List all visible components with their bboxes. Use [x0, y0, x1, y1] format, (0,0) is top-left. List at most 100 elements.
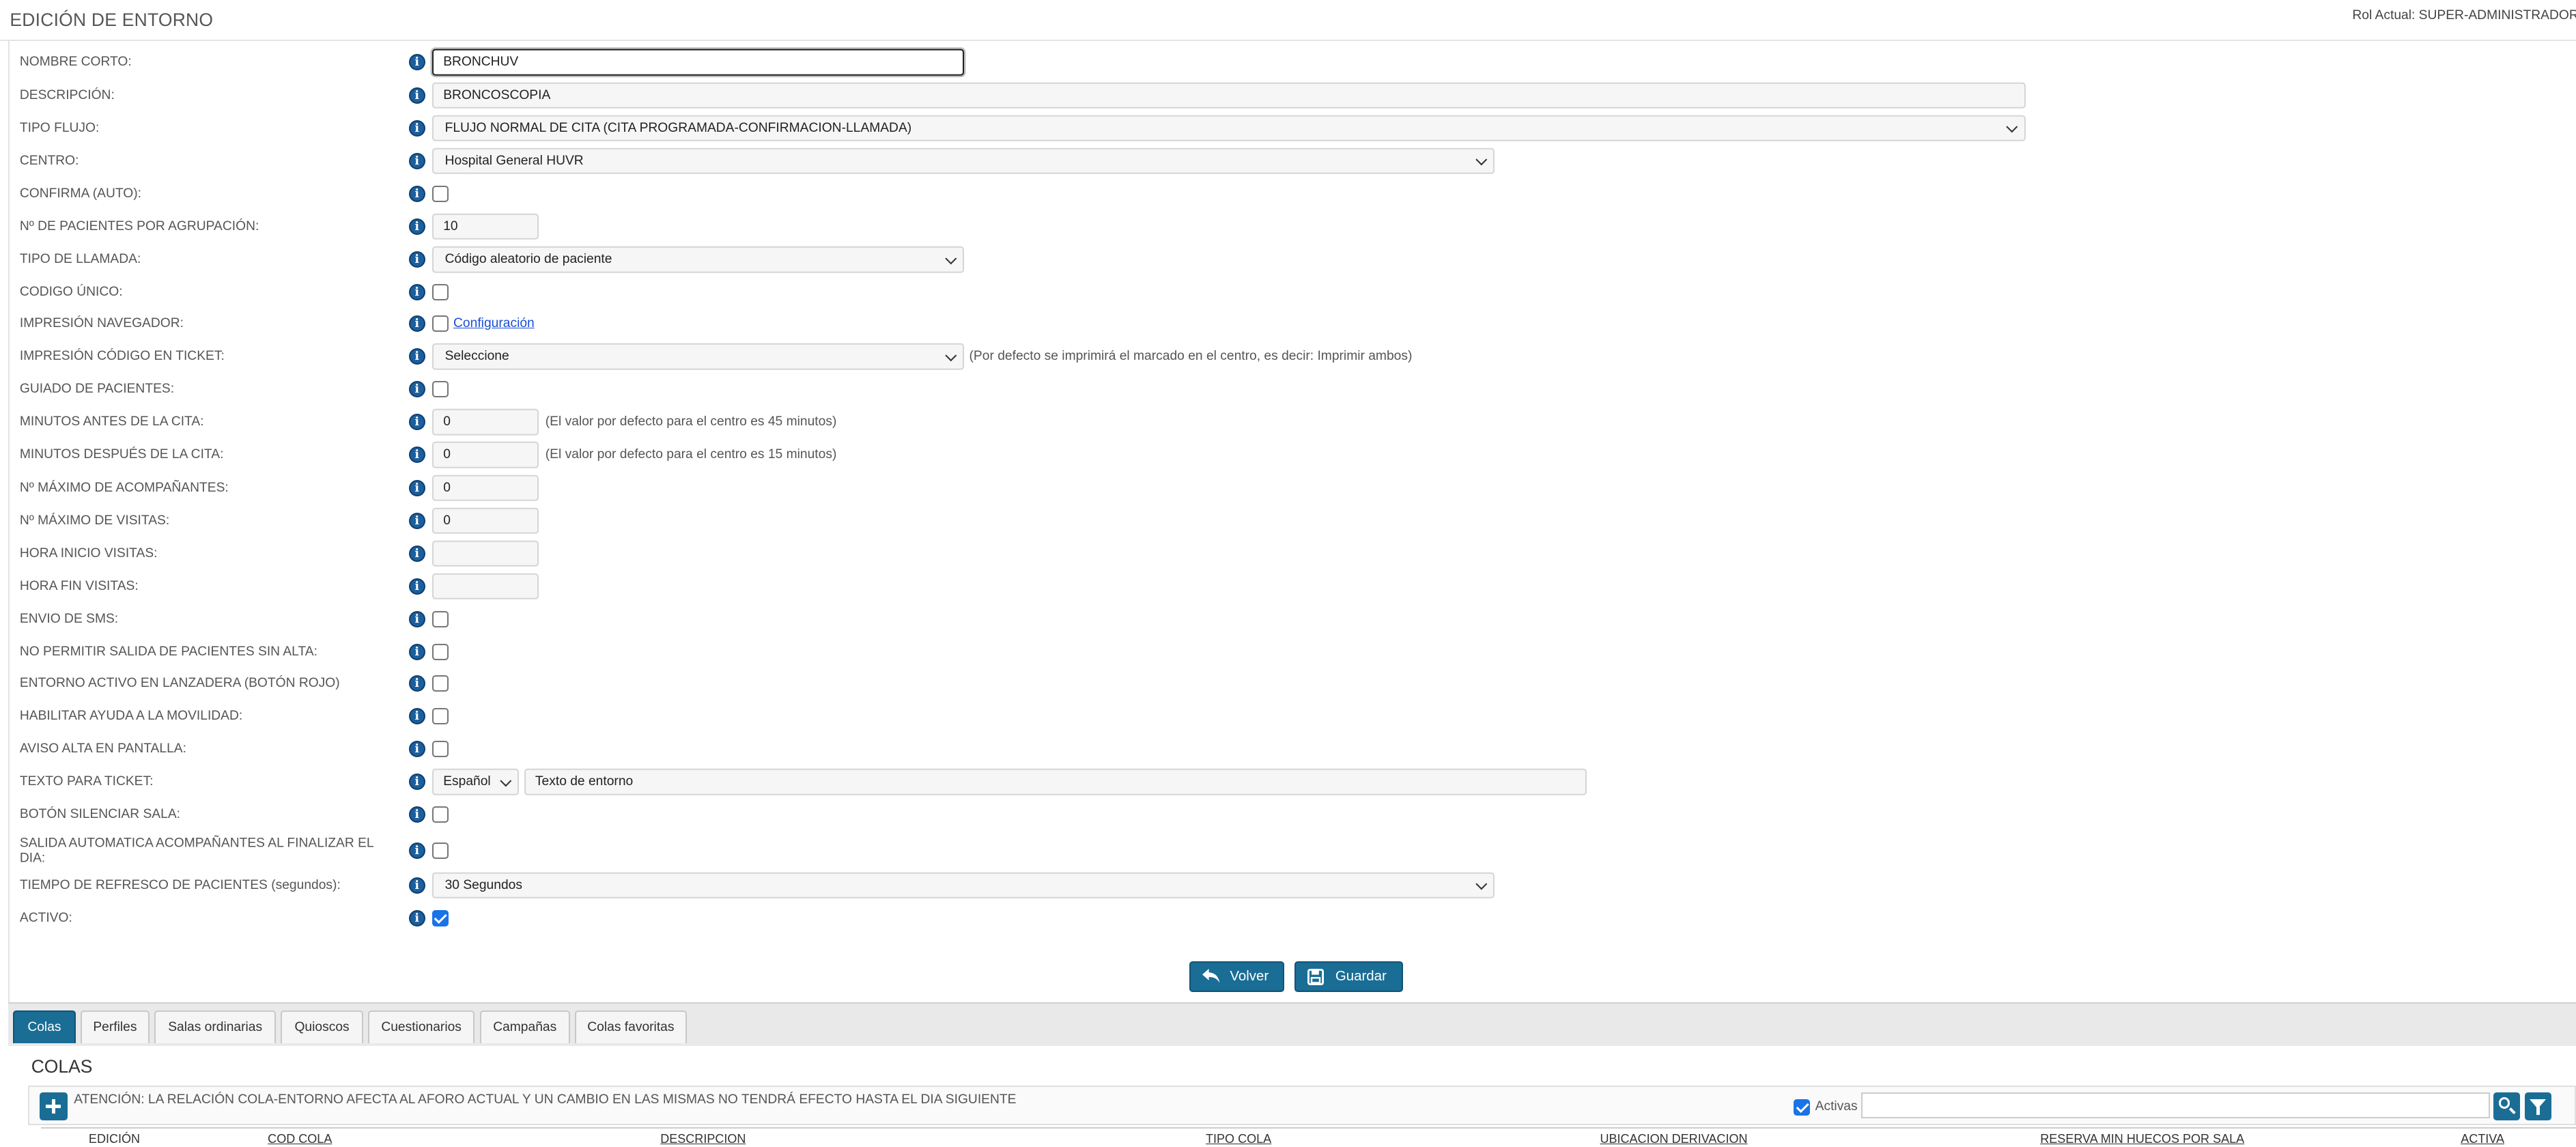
save-button[interactable]: Guardar: [1294, 961, 1403, 993]
row-hora-inicio-visitas: HORA INICIO VISITAS:: [0, 537, 2576, 570]
field-label: CENTRO:: [19, 153, 79, 168]
search-icon: [2498, 1097, 2510, 1109]
row-impresion-codigo-ticket: IMPRESIÓN CÓDIGO EN TICKET: Seleccione (…: [0, 340, 2576, 373]
info-icon[interactable]: [409, 185, 426, 202]
tiempo-refresco-select[interactable]: 30 Segundos: [431, 872, 1495, 899]
info-icon[interactable]: [409, 414, 426, 431]
nombre-corto-input[interactable]: BRONCHUV: [431, 49, 965, 76]
column-header-activa[interactable]: ACTIVA: [2461, 1132, 2504, 1146]
pacientes-agrupacion-input[interactable]: 10: [431, 213, 539, 240]
entorno-lanzadera-checkbox[interactable]: [431, 675, 449, 692]
activo-checkbox[interactable]: [431, 909, 449, 926]
back-button[interactable]: Volver: [1189, 961, 1285, 993]
impresion-codigo-ticket-note: (Por defecto se imprimirá el marcado en …: [969, 349, 1413, 364]
info-icon[interactable]: [409, 644, 426, 661]
info-icon[interactable]: [409, 675, 426, 692]
minutos-despues-input[interactable]: 0: [431, 442, 539, 468]
info-icon[interactable]: [409, 119, 426, 137]
info-icon[interactable]: [409, 774, 426, 791]
tab-quioscos[interactable]: Quioscos: [281, 1010, 363, 1043]
max-visitas-input[interactable]: 0: [431, 507, 539, 534]
filter-icon: [2530, 1099, 2547, 1115]
field-label: BOTÓN SILENCIAR SALA:: [19, 807, 181, 822]
filter-button[interactable]: [2525, 1092, 2551, 1120]
impresion-navegador-checkbox[interactable]: [431, 315, 449, 332]
no-salida-sin-alta-checkbox[interactable]: [431, 644, 449, 661]
activas-checkbox[interactable]: [1794, 1099, 1811, 1116]
info-icon[interactable]: [409, 545, 426, 562]
max-acompanantes-input[interactable]: 0: [431, 475, 539, 501]
info-icon[interactable]: [409, 611, 426, 628]
info-icon[interactable]: [409, 806, 426, 823]
column-header-descripcion[interactable]: DESCRIPCION: [660, 1132, 746, 1146]
field-label: HABILITAR AYUDA A LA MOVILIDAD:: [19, 709, 243, 724]
info-icon[interactable]: [409, 381, 426, 398]
info-icon[interactable]: [409, 909, 426, 926]
column-header-ubicacion-derivacion[interactable]: UBICACION DERIVACION: [1600, 1132, 1747, 1146]
row-entorno-lanzadera: ENTORNO ACTIVO EN LANZADERA (BOTÓN ROJO): [0, 667, 2576, 700]
centro-select[interactable]: Hospital General HUVR: [431, 147, 1495, 175]
envio-sms-checkbox[interactable]: [431, 611, 449, 628]
codigo-unico-checkbox[interactable]: [431, 284, 449, 301]
row-tipo-flujo: TIPO FLUJO: FLUJO NORMAL DE CITA (CITA P…: [0, 112, 2576, 145]
field-label: Nº MÁXIMO DE ACOMPAÑANTES:: [19, 480, 229, 495]
ayuda-movilidad-checkbox[interactable]: [431, 707, 449, 725]
idioma-select[interactable]: Español: [431, 768, 520, 795]
silenciar-sala-checkbox[interactable]: [431, 806, 449, 823]
info-icon[interactable]: [409, 87, 426, 104]
search-button[interactable]: [2493, 1092, 2520, 1120]
row-envio-sms: ENVIO DE SMS:: [0, 603, 2576, 636]
field-label: CONFIRMA (AUTO):: [19, 186, 141, 201]
tab-campanas[interactable]: Campañas: [479, 1010, 570, 1043]
descripcion-input[interactable]: BRONCOSCOPIA: [431, 82, 2026, 109]
add-cola-button[interactable]: [39, 1092, 68, 1120]
hora-inicio-visitas-input[interactable]: [431, 540, 539, 567]
info-icon[interactable]: [409, 152, 426, 169]
info-icon[interactable]: [409, 707, 426, 725]
impresion-codigo-ticket-select[interactable]: Seleccione: [431, 343, 965, 370]
tab-perfiles[interactable]: Perfiles: [80, 1010, 150, 1043]
field-label: IMPRESIÓN NAVEGADOR:: [19, 316, 184, 331]
info-icon[interactable]: [409, 877, 426, 894]
hora-fin-visitas-input[interactable]: [431, 573, 539, 600]
tab-cuestionarios[interactable]: Cuestionarios: [367, 1010, 475, 1043]
info-icon[interactable]: [409, 578, 426, 595]
aviso-alta-checkbox[interactable]: [431, 741, 449, 758]
confirma-auto-checkbox[interactable]: [431, 185, 449, 202]
top-bar: EDICIÓN DE ENTORNO Rol Actual: SUPER-ADM…: [0, 0, 2576, 41]
info-icon[interactable]: [409, 741, 426, 758]
tab-salas-ordinarias[interactable]: Salas ordinarias: [154, 1010, 277, 1043]
info-icon[interactable]: [409, 842, 426, 860]
column-header-reserva-min-huecos[interactable]: RESERVA MIN HUECOS POR SALA: [2040, 1132, 2244, 1146]
info-icon[interactable]: [409, 218, 426, 236]
configuracion-link[interactable]: Configuración: [453, 316, 535, 331]
info-icon[interactable]: [409, 348, 426, 365]
texto-ticket-input[interactable]: Texto de entorno: [524, 768, 1587, 795]
row-max-acompanantes: Nº MÁXIMO DE ACOMPAÑANTES: 0: [0, 472, 2576, 505]
guiado-pacientes-checkbox[interactable]: [431, 381, 449, 398]
column-header-edicion: EDICIÓN: [88, 1131, 141, 1146]
tab-colas[interactable]: Colas: [13, 1010, 76, 1043]
column-header-cod-cola[interactable]: COD COLA: [268, 1132, 332, 1146]
column-header-tipo-cola[interactable]: TIPO COLA: [1206, 1132, 1271, 1146]
salida-automatica-checkbox[interactable]: [431, 842, 449, 860]
info-icon[interactable]: [409, 251, 426, 268]
info-icon[interactable]: [409, 54, 426, 71]
row-minutos-despues: MINUTOS DESPUÉS DE LA CITA: 0 (El valor …: [0, 438, 2576, 471]
info-icon[interactable]: [409, 479, 426, 496]
row-aviso-alta: AVISO ALTA EN PANTALLA:: [0, 733, 2576, 765]
save-label: Guardar: [1335, 967, 1387, 984]
activas-label: Activas: [1815, 1099, 1858, 1114]
tab-colas-favoritas[interactable]: Colas favoritas: [575, 1010, 687, 1043]
minutos-antes-input[interactable]: 0: [431, 409, 539, 436]
tipo-flujo-value: FLUJO NORMAL DE CITA (CITA PROGRAMADA-CO…: [444, 120, 912, 135]
tipo-llamada-select[interactable]: Código aleatorio de paciente: [431, 246, 965, 273]
search-input[interactable]: [1860, 1092, 2491, 1119]
field-label: SALIDA AUTOMATICA ACOMPAÑANTES AL FINALI…: [19, 836, 373, 866]
field-label: HORA FIN VISITAS:: [19, 579, 139, 594]
tipo-flujo-select[interactable]: FLUJO NORMAL DE CITA (CITA PROGRAMADA-CO…: [431, 115, 2026, 141]
info-icon[interactable]: [409, 315, 426, 332]
info-icon[interactable]: [409, 284, 426, 301]
info-icon[interactable]: [409, 512, 426, 529]
info-icon[interactable]: [409, 447, 426, 464]
